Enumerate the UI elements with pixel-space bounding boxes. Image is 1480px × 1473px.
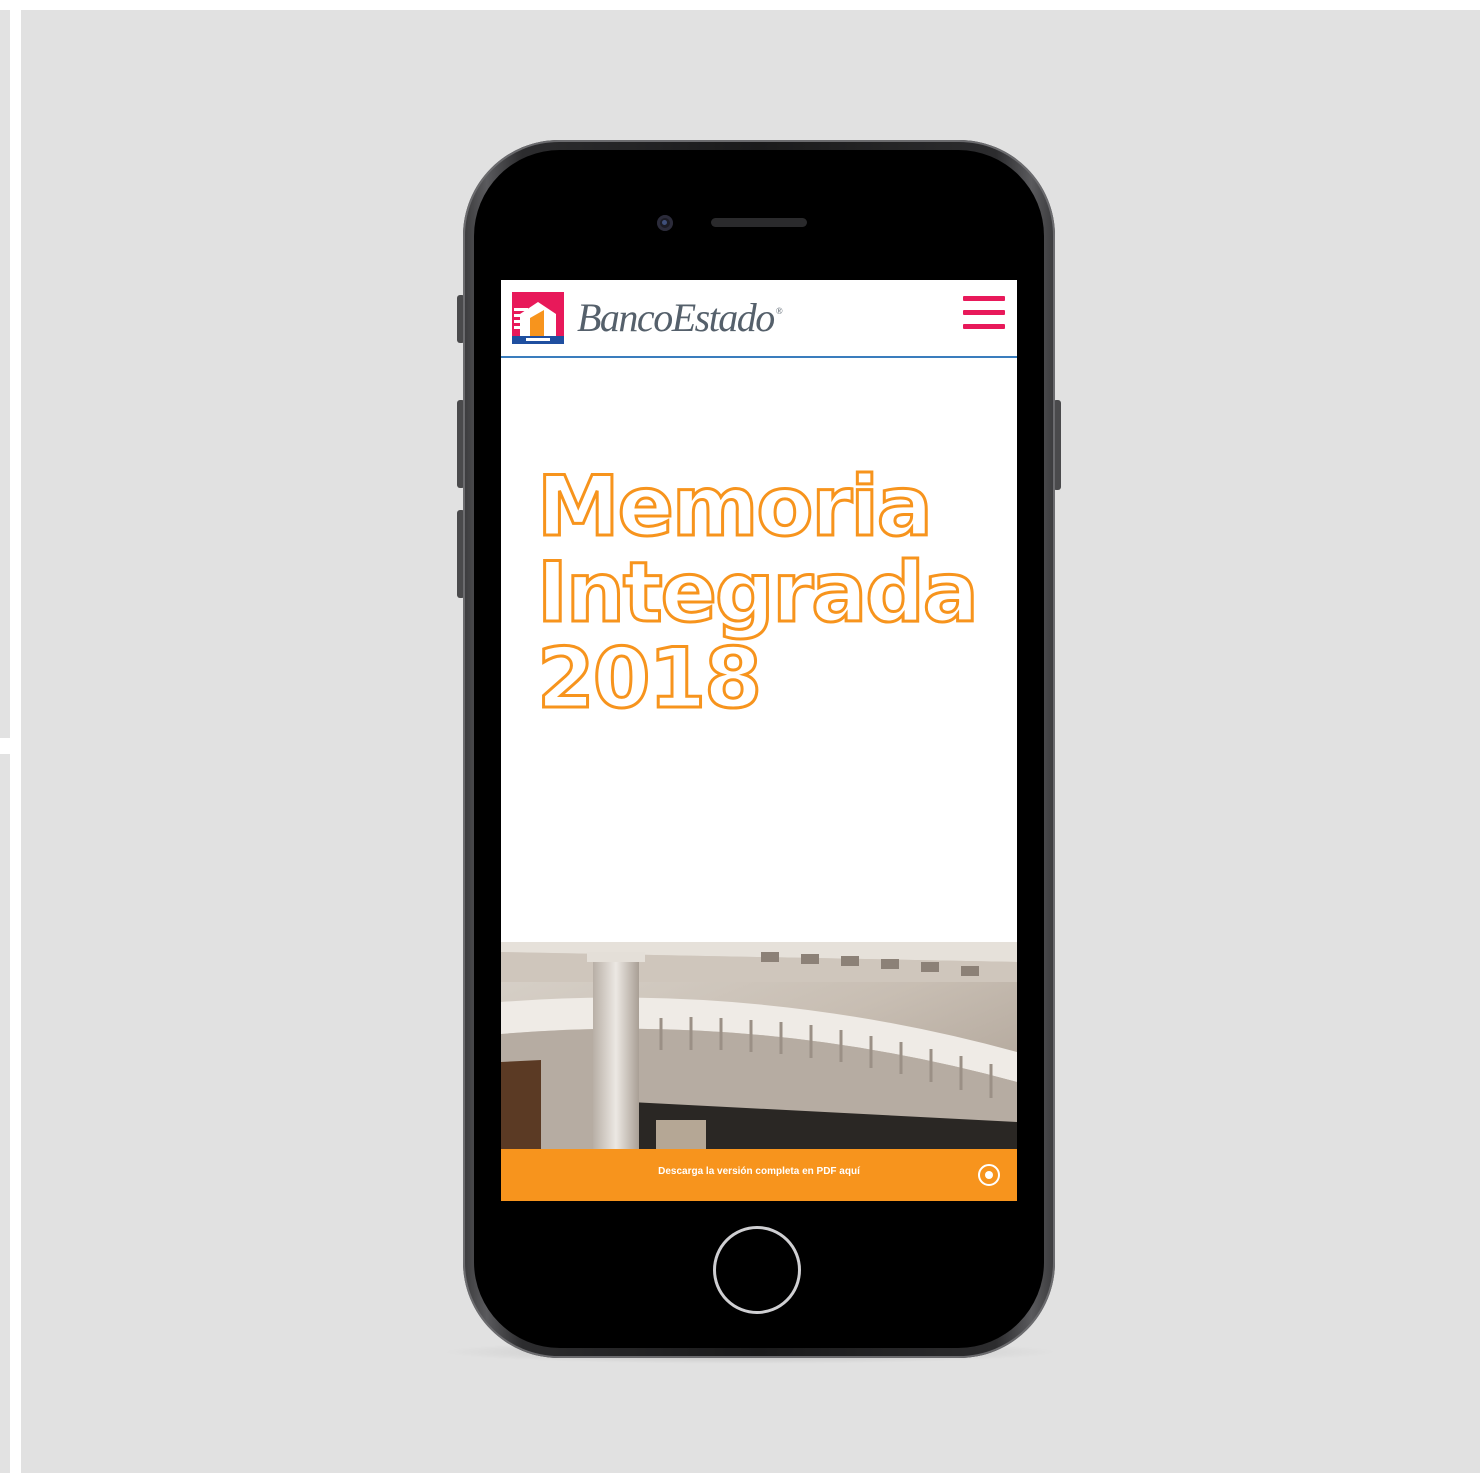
hero-title-line-1: Memoria bbox=[536, 458, 935, 555]
registered-mark: ® bbox=[775, 306, 783, 316]
front-camera bbox=[657, 215, 673, 231]
logo-wordmark[interactable]: BancoEstado ® bbox=[577, 294, 783, 341]
hamburger-menu-icon[interactable] bbox=[961, 294, 1005, 332]
left-edge-strip-lower bbox=[0, 754, 10, 1473]
hero-title-line-3: 2018 bbox=[536, 630, 764, 727]
site-header: BancoEstado ® bbox=[501, 280, 1017, 358]
left-edge-strip bbox=[0, 10, 10, 738]
phone-screen: BancoEstado ® Memoria Integrada 2018 Des… bbox=[501, 280, 1017, 1201]
hero-title-line-2: Integrada bbox=[536, 544, 981, 641]
download-pdf-bar[interactable]: Descarga la versión completa en PDF aquí bbox=[501, 1149, 1017, 1201]
building-facade-image bbox=[501, 942, 1017, 1150]
logo-text: BancoEstado bbox=[577, 295, 775, 340]
bancoestado-logo-icon[interactable] bbox=[512, 292, 564, 344]
earpiece-speaker bbox=[711, 218, 807, 227]
download-circle-icon[interactable] bbox=[977, 1163, 1001, 1187]
download-label: Descarga la versión completa en PDF aquí bbox=[658, 1166, 860, 1177]
hero-title: Memoria Integrada 2018 bbox=[536, 458, 981, 727]
home-button[interactable] bbox=[713, 1226, 801, 1314]
